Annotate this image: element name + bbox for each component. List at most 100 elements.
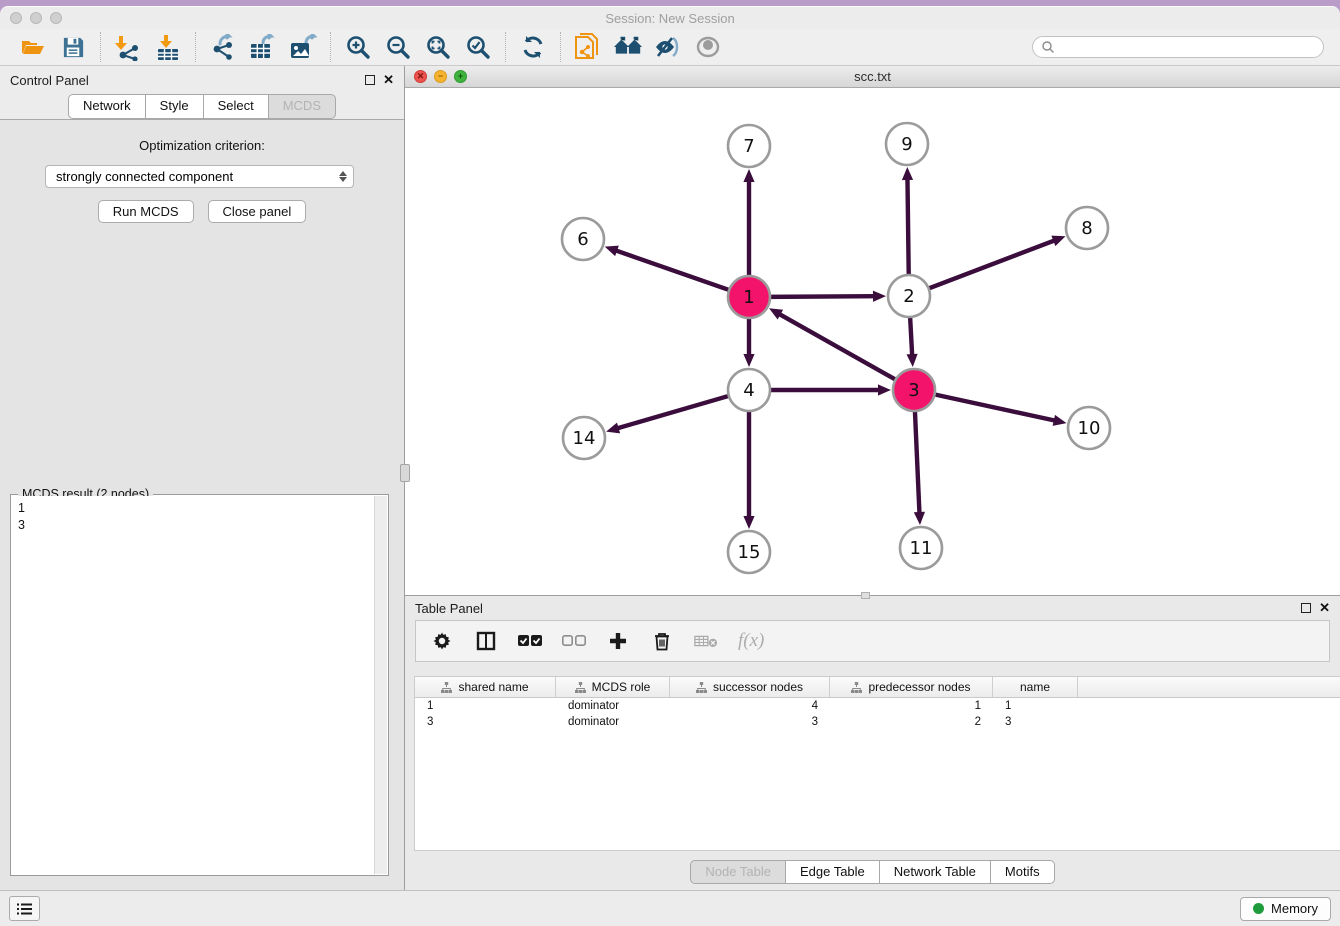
close-panel-button[interactable]: Close panel: [208, 200, 307, 223]
float-panel-icon[interactable]: [365, 75, 375, 85]
table-tabs: Node Table Edge Table Network Table Moti…: [690, 860, 1054, 884]
graph-edge-3-1[interactable]: [779, 314, 898, 381]
column-header-MCDS-role[interactable]: MCDS role: [556, 677, 670, 697]
graph-edge-2-9[interactable]: [907, 178, 908, 277]
network-file-icon[interactable]: [573, 32, 603, 62]
save-session-icon[interactable]: [58, 32, 88, 62]
dropdown-stepper-icon: [339, 171, 347, 182]
zoom-fit-icon[interactable]: [423, 32, 453, 62]
zoom-out-icon[interactable]: [383, 32, 413, 62]
tab-mcds[interactable]: MCDS: [268, 94, 336, 119]
export-network-icon[interactable]: [208, 32, 238, 62]
control-panel-tabs: Network Style Select MCDS: [68, 94, 336, 119]
graph-node-label: 7: [743, 136, 754, 157]
table-cell: 2: [830, 716, 993, 728]
column-header-successor-nodes[interactable]: successor nodes: [670, 677, 830, 697]
run-mcds-button[interactable]: Run MCDS: [98, 200, 194, 223]
network-window-title: scc.txt: [405, 69, 1340, 84]
graph-node-label: 4: [743, 380, 754, 401]
graph-edge-arrowhead: [914, 512, 925, 525]
tab-edge-table[interactable]: Edge Table: [785, 860, 879, 884]
gear-icon[interactable]: [430, 629, 454, 653]
home-icon[interactable]: [613, 32, 643, 62]
add-icon[interactable]: [606, 629, 630, 653]
trash-icon[interactable]: [650, 629, 674, 653]
graph-node-label: 3: [908, 380, 919, 401]
column-header-filler: [1078, 677, 1340, 697]
table-cell: 1: [993, 700, 1078, 712]
graph-edge-1-6[interactable]: [615, 250, 731, 291]
column-header-predecessor-nodes[interactable]: predecessor nodes: [830, 677, 993, 697]
graph-node-label: 9: [901, 134, 912, 155]
tab-select[interactable]: Select: [203, 94, 268, 119]
tab-network-table[interactable]: Network Table: [879, 860, 990, 884]
close-table-panel-icon[interactable]: ✕: [1319, 603, 1330, 613]
graph-edge-2-8[interactable]: [927, 240, 1055, 289]
open-session-icon[interactable]: [18, 32, 48, 62]
graph-edge-4-14[interactable]: [617, 395, 731, 428]
table-body: 1dominator4113dominator323: [415, 698, 1340, 850]
graph-edge-arrowhead: [743, 516, 754, 529]
show-all-icon[interactable]: [693, 32, 723, 62]
graph-edge-arrowhead: [743, 354, 754, 367]
graph-node-label: 15: [738, 542, 761, 563]
tab-motifs[interactable]: Motifs: [990, 860, 1055, 884]
memory-button[interactable]: Memory: [1240, 897, 1331, 921]
table-panel: Table Panel ✕: [405, 596, 1340, 890]
zoom-in-icon[interactable]: [343, 32, 373, 62]
table-cell: 1: [830, 700, 993, 712]
hide-selected-icon[interactable]: [653, 32, 683, 62]
flatten-column-icon: [851, 682, 862, 693]
control-panel-title: Control Panel: [10, 73, 89, 88]
search-icon: [1041, 40, 1055, 54]
deselect-all-icon[interactable]: [562, 629, 586, 653]
table-row[interactable]: 1dominator411: [415, 698, 1340, 714]
status-bar: Memory: [0, 890, 1340, 926]
task-history-button[interactable]: [9, 896, 40, 921]
optimization-criterion-select[interactable]: strongly connected component: [45, 165, 354, 188]
search-input[interactable]: [1055, 40, 1315, 54]
flatten-column-icon: [441, 682, 452, 693]
control-panel: Control Panel ✕ Network Style Select MCD…: [0, 66, 405, 890]
column-header-shared-name[interactable]: shared name: [415, 677, 556, 697]
tab-node-table[interactable]: Node Table: [690, 860, 785, 884]
import-network-icon[interactable]: [113, 32, 143, 62]
column-header-name[interactable]: name: [993, 677, 1078, 697]
optimization-criterion-label: Optimization criterion:: [0, 138, 404, 153]
search-box[interactable]: [1032, 36, 1324, 58]
graph-edge-3-10[interactable]: [933, 394, 1056, 421]
graph-edge-3-11[interactable]: [915, 409, 920, 514]
network-canvas[interactable]: 7968124314101511: [405, 88, 1340, 595]
graph-edge-2-3[interactable]: [910, 315, 912, 356]
graph-edge-arrowhead: [605, 246, 619, 257]
graph-node-label: 6: [577, 229, 588, 250]
tab-style[interactable]: Style: [145, 94, 203, 119]
graph-edge-arrowhead: [873, 291, 886, 302]
float-table-panel-icon[interactable]: [1301, 603, 1311, 613]
panel-divider-handle[interactable]: [400, 464, 410, 482]
close-panel-icon[interactable]: ✕: [383, 75, 394, 85]
table-toolbar: f(x): [415, 620, 1330, 662]
zoom-selected-icon[interactable]: [463, 32, 493, 62]
export-image-icon[interactable]: [288, 32, 318, 62]
column-icon[interactable]: [474, 629, 498, 653]
mcds-result-box: MCDS result (2 nodes) 1 3: [10, 494, 389, 876]
result-scrollbar[interactable]: [374, 496, 387, 874]
table-panel-title: Table Panel: [415, 601, 483, 616]
graph-edge-1-2[interactable]: [768, 296, 875, 297]
select-all-icon[interactable]: [518, 629, 542, 653]
import-table-icon[interactable]: [153, 32, 183, 62]
table-row[interactable]: 3dominator323: [415, 714, 1340, 730]
graph-edge-arrowhead: [743, 169, 754, 182]
export-table-icon[interactable]: [248, 32, 278, 62]
refresh-icon[interactable]: [518, 32, 548, 62]
mcds-result-list[interactable]: 1 3: [12, 496, 374, 874]
graph-node-label: 14: [573, 428, 596, 449]
table-header-row: shared nameMCDS rolesuccessor nodesprede…: [415, 677, 1340, 698]
network-graph[interactable]: 7968124314101511: [405, 88, 1339, 595]
tab-network[interactable]: Network: [68, 94, 145, 119]
network-table-divider-handle[interactable]: [861, 592, 870, 599]
table-cell: dominator: [556, 700, 670, 712]
graph-edge-arrowhead: [878, 384, 891, 395]
table-cell: 3: [993, 716, 1078, 728]
